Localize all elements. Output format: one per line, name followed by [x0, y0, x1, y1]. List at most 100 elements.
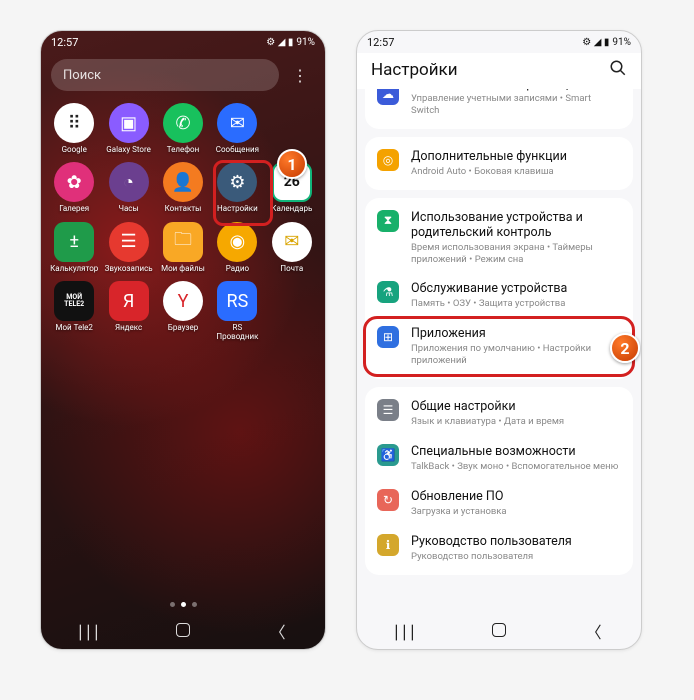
search-input[interactable]: Поиск [51, 59, 279, 91]
more-options-button[interactable]: ⋮ [285, 60, 315, 90]
app-icon: RS [217, 281, 257, 321]
app-icon: ⚙ [217, 162, 257, 202]
app-google[interactable]: ⠿ Google [49, 103, 99, 154]
app-звукозапись[interactable]: ☰Звукозапись [103, 222, 153, 273]
setting-обновление-по[interactable]: ↻ Обновление ПО Загрузка и установка [365, 481, 633, 526]
setting-title: Учетные записи и архивация [411, 89, 621, 91]
nav-home[interactable] [479, 622, 519, 641]
setting-общие-настройки[interactable]: ☰Общие настройкиЯзык и клавиатура • Дата… [365, 391, 633, 436]
setting-icon: ◎ [377, 149, 399, 171]
app-label: Галерея [59, 205, 89, 213]
app-icon: ✿ [54, 162, 94, 202]
page-title: Настройки [371, 60, 458, 80]
app-галерея[interactable]: ✿ Галерея [49, 162, 99, 213]
app-label: Радио [226, 265, 249, 273]
status-bar: 12:57 ⚙ ◢ ▮ 91% [41, 31, 325, 53]
setting-title: Использование устройства и родительский … [411, 210, 621, 240]
app-icon: ⠿ [54, 103, 94, 143]
app-rs\nпроводник[interactable]: RS RSПроводник [212, 281, 262, 341]
setting-title: Обновление ПО [411, 489, 621, 504]
step-marker-1: 1 [277, 149, 307, 179]
app-label: Браузер [168, 324, 198, 332]
nav-back[interactable]: 〈 [258, 619, 298, 643]
nav-recents[interactable]: ∣∣∣ [384, 622, 424, 641]
nav-recents[interactable]: ∣∣∣ [68, 622, 108, 641]
setting-icon: ♿ [377, 444, 399, 466]
app-label: RSПроводник [216, 324, 258, 341]
app-label: Google [62, 146, 87, 154]
app-настройки[interactable]: ⚙ Настройки [212, 162, 262, 213]
app-icon: МОЙTELE2 [54, 281, 94, 321]
app-icon: Я [109, 281, 149, 321]
phone-home-screen: 12:57 ⚙ ◢ ▮ 91% Поиск ⋮ ⠿ Google ▣ Galaxy S… [40, 30, 326, 650]
status-bar: 12:57 ⚙ ◢ ▮ 91% [357, 31, 641, 53]
app-label: Настройки [217, 205, 258, 213]
nav-home[interactable] [163, 622, 203, 641]
app-часы[interactable]: ◔Часы [103, 162, 153, 213]
status-time: 12:57 [51, 36, 78, 49]
app-label: Калькулятор [50, 265, 98, 273]
setting-дополнительные-функции[interactable]: ◎Дополнительные функцииAndroid Auto • Бо… [365, 141, 633, 186]
setting-icon: ☰ [377, 399, 399, 421]
app-icon: 👤 [163, 162, 203, 202]
app-сообщения[interactable]: ✉Сообщения [212, 103, 262, 154]
settings-card: ☁ Учетные записи и архивация Управление уч… [365, 89, 633, 129]
app-label: Мой Tele2 [55, 324, 92, 332]
setting-icon: ⧗ [377, 210, 399, 232]
app-калькулятор[interactable]: ± Калькулятор [49, 222, 99, 273]
navigation-bar: ∣∣∣ 〈 [41, 613, 325, 649]
app-label: Телефон [167, 146, 199, 154]
page-indicator[interactable] [41, 602, 325, 607]
setting-subtitle: Управление учетными записями • Smart Swi… [411, 93, 621, 117]
app-grid: ⠿ Google ▣ Galaxy Store ✆Телефон✉Сообщения ✿ Г… [41, 95, 325, 349]
app-браузер[interactable]: Y Браузер [158, 281, 208, 341]
app-label: Часы [118, 205, 138, 213]
app-телефон[interactable]: ✆Телефон [158, 103, 208, 154]
app-icon: Y [163, 281, 203, 321]
setting-icon: ⚗ [377, 281, 399, 303]
setting-title: Общие настройки [411, 399, 621, 414]
setting-subtitle: Приложения по умолчанию • Настройки прил… [411, 343, 621, 367]
search-icon[interactable] [609, 59, 627, 81]
setting-использование-устройства-и-родительский-контроль[interactable]: ⧗ Использование устройства и родительский… [365, 202, 633, 274]
app-icon: ✉ [217, 103, 257, 143]
app-радио[interactable]: ◉Радио [212, 222, 262, 273]
setting-приложения[interactable]: ⊞ Приложения Приложения по умолчанию • Нас… [365, 318, 633, 375]
setting-руководство-пользователя[interactable]: ℹРуководство пользователяРуководство пол… [365, 526, 633, 571]
app-icon: ± [54, 222, 94, 262]
settings-list[interactable]: ☁ Учетные записи и архивация Управление уч… [357, 89, 641, 637]
setting-icon: ↻ [377, 489, 399, 511]
status-icons: ⚙ ◢ ▮ 91% [266, 37, 315, 48]
setting-subtitle: Загрузка и установка [411, 506, 621, 518]
settings-header: Настройки [357, 53, 641, 89]
setting-subtitle: Память • ОЗУ • Защита устройства [411, 298, 621, 310]
app-galaxy-store[interactable]: ▣ Galaxy Store [103, 103, 153, 154]
status-icons: ⚙ ◢ ▮ 91% [582, 37, 631, 48]
setting-обслуживание-устройства[interactable]: ⚗ Обслуживание устройства Память • ОЗУ • З… [365, 273, 633, 318]
app-label: Календарь [271, 205, 312, 213]
setting-title: Приложения [411, 326, 621, 341]
app-label: Контакты [165, 205, 202, 213]
setting-title: Обслуживание устройства [411, 281, 621, 296]
app-icon [272, 103, 312, 143]
setting-subtitle: Время использования экрана • Таймеры при… [411, 242, 621, 266]
setting-icon: ⊞ [377, 326, 399, 348]
app-label: Яндекс [115, 324, 142, 332]
app-контакты[interactable]: 👤 Контакты [158, 162, 208, 213]
setting-icon: ☁ [377, 89, 399, 105]
app-яндекс[interactable]: Я Яндекс [103, 281, 153, 341]
app-icon: ☰ [109, 222, 149, 262]
app-почта[interactable]: ✉Почта [267, 222, 317, 273]
app-icon: ▣ [109, 103, 149, 143]
settings-card: ⧗ Использование устройства и родительский… [365, 198, 633, 379]
navigation-bar: ∣∣∣ 〈 [357, 613, 641, 649]
nav-back[interactable]: 〈 [574, 619, 614, 643]
setting-title: Дополнительные функции [411, 149, 621, 164]
setting-учетные-записи-и-архивация[interactable]: ☁ Учетные записи и архивация Управление уч… [365, 89, 633, 125]
app-мой-tele2[interactable]: МОЙTELE2 Мой Tele2 [49, 281, 99, 341]
setting-специальные-возможности[interactable]: ♿ Специальные возможности TalkBack • Звук … [365, 436, 633, 481]
setting-subtitle: TalkBack • Звук моно • Вспомогательное м… [411, 461, 621, 473]
app-label: Galaxy Store [106, 146, 151, 154]
setting-title: Специальные возможности [411, 444, 621, 459]
app-мои-файлы[interactable]: 🗀Мои файлы [158, 222, 208, 273]
